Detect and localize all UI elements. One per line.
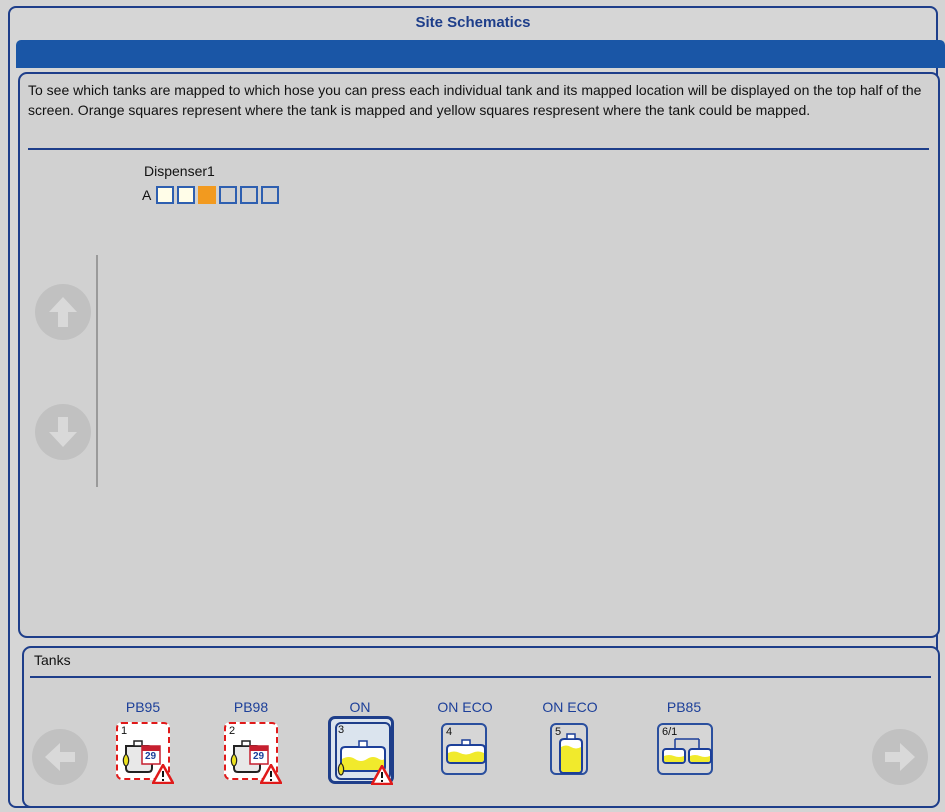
divider [30, 676, 931, 678]
hose-position-3[interactable] [198, 186, 217, 204]
tank-button[interactable]: 6/1 [657, 723, 713, 775]
arrow-right-circle-icon [885, 743, 915, 771]
tank-name: ON ECO [542, 699, 598, 715]
hose-letter: A [142, 187, 152, 203]
tank-button[interactable]: 1 29 [116, 722, 174, 784]
hose-row: A [142, 186, 280, 204]
dispenser-name[interactable]: Dispenser1 [144, 163, 215, 179]
hose-position-5[interactable] [240, 186, 259, 204]
tank-item-5[interactable]: ON ECO 5 [530, 699, 610, 799]
tank-button[interactable]: 5 [550, 723, 588, 775]
arrow-down-circle-icon [49, 417, 77, 447]
vertical-tank-icon [559, 733, 583, 774]
tank-button[interactable]: 3 [329, 717, 393, 785]
hose-position-4[interactable] [219, 186, 238, 204]
tank-name: ON [349, 699, 371, 715]
tank-item-6[interactable]: PB85 6/1 [644, 699, 724, 799]
window-title: Site Schematics [415, 14, 531, 31]
tank-item-3[interactable]: ON 3 [320, 699, 400, 799]
tank-button[interactable]: 4 [441, 723, 487, 775]
manifold-tanks-icon [662, 738, 712, 764]
hose-position-2[interactable] [177, 186, 196, 204]
tanks-next-button[interactable] [872, 729, 928, 785]
hose-position-6[interactable] [261, 186, 280, 204]
tank-name: PB85 [666, 699, 702, 715]
tanks-label: Tanks [34, 652, 71, 668]
instructions-text: To see which tanks are mapped to which h… [28, 82, 922, 118]
warning-icon [260, 764, 282, 784]
schematic-panel [18, 72, 940, 638]
hose-position-1[interactable] [156, 186, 175, 204]
scroll-track [96, 255, 98, 487]
warning-icon [152, 764, 174, 784]
tank-button[interactable]: 2 29 [224, 722, 282, 784]
tank-name: ON ECO [437, 699, 493, 715]
arrow-up-circle-icon [49, 297, 77, 327]
tank-item-4[interactable]: ON ECO 4 [425, 699, 505, 799]
scroll-up-button[interactable] [35, 284, 91, 340]
tanks-prev-button[interactable] [32, 729, 88, 785]
arrow-left-circle-icon [45, 743, 75, 771]
calendar-day: 29 [253, 751, 265, 762]
tank-name: PB95 [125, 699, 161, 715]
tank-name: PB98 [233, 699, 269, 715]
warning-icon [371, 765, 393, 785]
scroll-down-button[interactable] [35, 404, 91, 460]
tank-item-1[interactable]: PB95 1 29 [103, 699, 183, 799]
calendar-day: 29 [145, 751, 157, 762]
title-bar [16, 40, 945, 68]
tank-icon [446, 739, 486, 764]
divider [28, 148, 929, 150]
tank-item-2[interactable]: PB98 2 29 [211, 699, 291, 799]
